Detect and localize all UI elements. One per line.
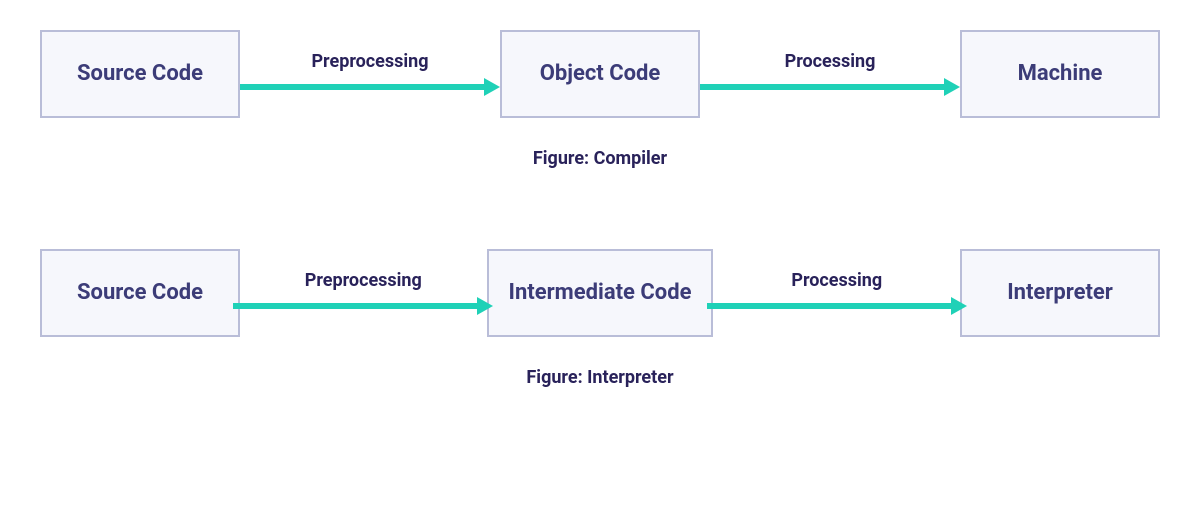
arrow-right-icon [233,295,493,317]
node-label: Machine [1018,61,1103,87]
node-source-code: Source Code [40,249,240,337]
arrow-right-icon [700,76,960,98]
arrow-right-icon [707,295,967,317]
flow-interpreter: Source Code Preprocessing Intermediate C… [0,219,1200,347]
edge-label: Processing [791,270,882,291]
flow-compiler: Source Code Preprocessing Object Code Pr… [0,0,1200,128]
caption-interpreter: Figure: Interpreter [0,347,1200,418]
edge-label: Processing [785,51,876,72]
node-label: Interpreter [1007,280,1113,306]
arrow-right-icon [240,76,500,98]
edge-label: Preprocessing [311,51,428,72]
edge-preprocessing: Preprocessing [240,270,487,317]
node-source-code: Source Code [40,30,240,118]
node-interpreter: Interpreter [960,249,1160,337]
edge-label: Preprocessing [305,270,422,291]
node-machine: Machine [960,30,1160,118]
edge-processing: Processing [713,270,960,317]
node-label: Intermediate Code [509,280,692,306]
node-label: Source Code [77,280,203,306]
node-intermediate-code: Intermediate Code [487,249,714,337]
edge-preprocessing: Preprocessing [240,51,500,98]
node-label: Source Code [77,61,203,87]
node-object-code: Object Code [500,30,700,118]
caption-compiler: Figure: Compiler [0,128,1200,199]
edge-processing: Processing [700,51,960,98]
node-label: Object Code [540,61,661,87]
flow-spacer [0,199,1200,219]
